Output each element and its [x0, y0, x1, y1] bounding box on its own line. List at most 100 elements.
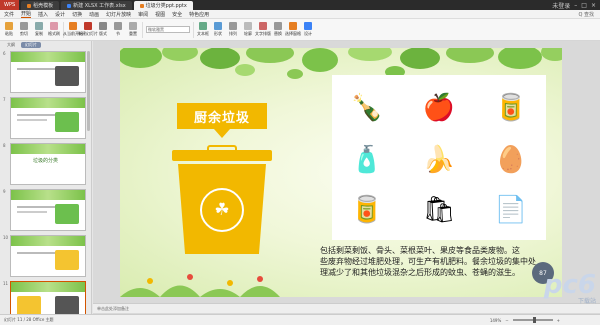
new-slide-icon	[84, 22, 92, 30]
shape-button[interactable]: 形状	[212, 22, 224, 37]
menu-slideshow[interactable]: 幻灯片放映	[106, 11, 131, 18]
shape-icon	[214, 22, 222, 30]
tab-pptx[interactable]: 垃圾分类ppt.pptx	[133, 1, 193, 10]
banana-peel-image: 🍌	[422, 145, 456, 175]
outline-button[interactable]: 轮廓	[242, 22, 254, 37]
sheet-icon	[67, 3, 72, 8]
copy-button[interactable]: 复制	[33, 22, 45, 37]
text-line	[17, 211, 47, 213]
button-label: 格式刷	[48, 31, 60, 36]
zoom-out-icon[interactable]: −	[505, 318, 508, 323]
text-line	[17, 68, 57, 70]
slide-number: 10	[3, 235, 9, 240]
text-line	[17, 114, 57, 116]
notes-input[interactable]: 单击此处添加备注	[93, 303, 600, 313]
menu-design[interactable]: 设计	[55, 11, 65, 18]
new-slide-button[interactable]: 新建幻灯片	[78, 22, 98, 37]
menu-transition[interactable]: 切换	[72, 11, 82, 18]
section-button[interactable]: 节	[112, 22, 124, 37]
selection-pane-button[interactable]: 选择窗格	[285, 22, 301, 37]
thumbnail-row[interactable]: 10	[0, 233, 91, 279]
selection-pane-icon	[289, 22, 297, 30]
zoom-level[interactable]: 149%	[490, 318, 501, 323]
search-button[interactable]: Q 查找	[578, 11, 600, 18]
zoom-slider[interactable]	[512, 317, 553, 323]
button-label: 文本框	[197, 31, 209, 36]
tab-slides[interactable]: 幻灯片	[21, 42, 41, 48]
menu-features[interactable]: 特色应用	[189, 11, 209, 18]
textbox-icon	[199, 22, 207, 30]
text-line	[17, 119, 47, 121]
image-block	[17, 296, 41, 316]
button-label: 剪切	[20, 31, 28, 36]
menu-view[interactable]: 视图	[155, 11, 165, 18]
button-label: 轮廓	[244, 31, 252, 36]
reset-button[interactable]: 重置	[127, 22, 139, 37]
arrange-icon	[229, 22, 237, 30]
text-line	[17, 206, 57, 208]
layout-button[interactable]: 版式	[97, 22, 109, 37]
maximize-icon[interactable]: □	[581, 2, 587, 9]
slide-number: 9	[3, 189, 6, 194]
menu-animation[interactable]: 动画	[89, 11, 99, 18]
close-icon[interactable]: ×	[591, 2, 596, 9]
font-family-select[interactable]: 微软雅黑	[146, 26, 190, 33]
menu-insert[interactable]: 插入	[38, 11, 48, 18]
menu-home[interactable]: 开始	[21, 10, 32, 18]
tab-xlsx[interactable]: 新建 XLSX 工作表.xlsx	[61, 1, 132, 10]
leaf-decoration	[11, 190, 85, 200]
tab-outline[interactable]: 大纲	[3, 42, 19, 48]
slide-thumbnail[interactable]	[10, 189, 86, 231]
button-label: 节	[116, 31, 120, 36]
button-label: 排列	[229, 31, 237, 36]
button-label: 重置	[129, 31, 137, 36]
slide-thumbnail[interactable]	[10, 51, 86, 93]
scissors-icon	[20, 22, 28, 30]
button-label: 复制	[35, 31, 43, 36]
thumbnail-row[interactable]: 7	[0, 95, 91, 141]
minimize-icon[interactable]: –	[574, 2, 577, 9]
slide-thumbnail[interactable]	[10, 235, 86, 277]
play-icon	[69, 22, 77, 30]
reset-icon	[129, 22, 137, 30]
design-button[interactable]: 设计	[302, 22, 314, 37]
thumbnail-row[interactable]: 8 垃圾的分类	[0, 141, 91, 187]
text-layout-icon	[259, 22, 267, 30]
slide-thumbnail[interactable]: 垃圾的分类	[10, 143, 86, 185]
sidebar-scrollbar[interactable]	[87, 51, 90, 131]
apple-core-image: 🍎	[422, 93, 456, 123]
ppt-icon	[139, 3, 144, 8]
thumbnail-row[interactable]: 9	[0, 187, 91, 233]
zoom-knob[interactable]	[532, 317, 536, 323]
slide-thumbnail[interactable]	[10, 97, 86, 139]
waste-images-panel: 🍾 🍎 🥫 🧴 🍌 🥚 🥫 🛍 📄	[332, 75, 546, 240]
format-painter-button[interactable]: 格式刷	[48, 22, 60, 37]
tab-doc-template[interactable]: 稻壳模板	[21, 1, 60, 10]
thumbnail-row[interactable]: 6	[0, 49, 91, 95]
user-label[interactable]: 未登录	[552, 1, 570, 10]
replace-icon	[274, 22, 282, 30]
image-block	[55, 250, 79, 270]
tin-can-image: 🥫	[350, 195, 384, 225]
tab-label: 垃圾分类ppt.pptx	[145, 3, 187, 9]
slide[interactable]: 厨余垃圾 ☘ 🍾 🍎 🥫 🧴 🍌 🥚 🥫 🛍 📄 包括剩菜剩饭、骨头、菜根菜叶、…	[120, 48, 562, 297]
paste-icon	[5, 22, 13, 30]
menu-file[interactable]: 文件	[4, 11, 14, 18]
app-badge[interactable]: WPS	[0, 0, 20, 10]
menu-review[interactable]: 审阅	[138, 11, 148, 18]
text-layout-button[interactable]: 文字排版	[255, 22, 271, 37]
replace-button[interactable]: 替换	[272, 22, 284, 37]
menu-security[interactable]: 安全	[172, 11, 182, 18]
textbox-button[interactable]: 文本框	[197, 22, 209, 37]
paste-button[interactable]: 粘贴	[3, 22, 15, 37]
leaf-decoration	[11, 98, 85, 108]
zoom-in-icon[interactable]: +	[557, 318, 560, 323]
thumbnail-title: 垃圾的分类	[33, 158, 59, 164]
broken-bottle-image: 🍾	[350, 93, 384, 123]
image-block	[55, 66, 79, 86]
arrange-button[interactable]: 排列	[227, 22, 239, 37]
cut-button[interactable]: 剪切	[18, 22, 30, 37]
button-label: 设计	[304, 31, 312, 36]
design-icon	[304, 22, 312, 30]
brush-icon	[50, 22, 58, 30]
